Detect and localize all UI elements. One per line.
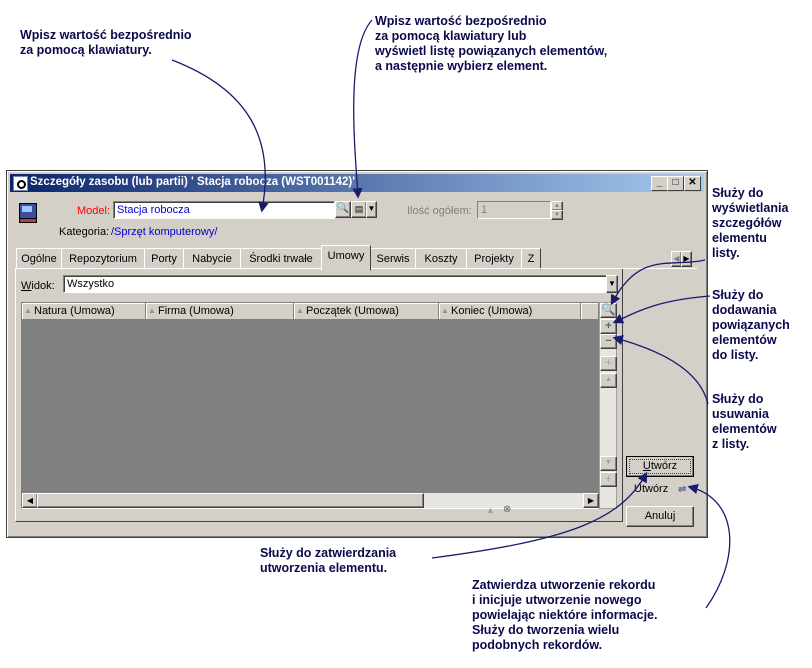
arrow-add-linked: [612, 295, 711, 324]
arrow-keyboard-entry: [171, 59, 269, 213]
arrow-keyboard-or-list: [352, 19, 373, 199]
annotation-arrows: [171, 19, 731, 609]
arrow-create-duplicate: [687, 483, 731, 609]
arrow-detail-view: [610, 259, 706, 306]
arrow-confirm-create: [431, 471, 648, 559]
tab-6[interactable]: Umowy: [321, 245, 371, 271]
arrow-remove: [612, 334, 709, 405]
